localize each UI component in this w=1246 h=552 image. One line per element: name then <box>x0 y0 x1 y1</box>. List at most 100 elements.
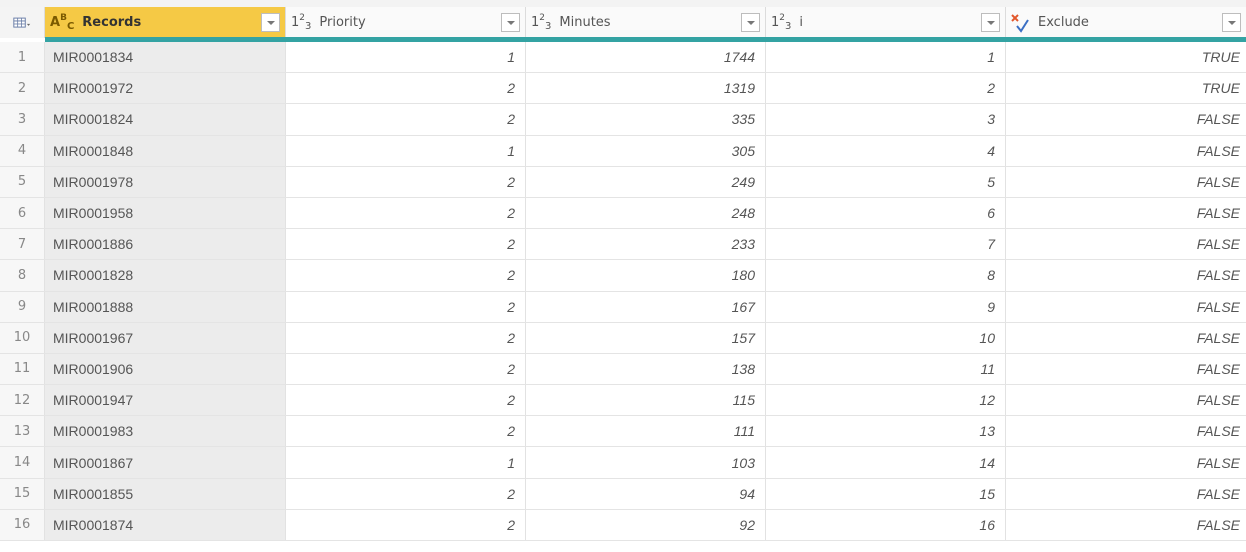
cell-records[interactable]: MIR0001967 <box>45 322 286 353</box>
cell-minutes[interactable]: 103 <box>526 447 766 478</box>
cell-minutes[interactable]: 233 <box>526 229 766 260</box>
cell-records[interactable]: MIR0001888 <box>45 291 286 322</box>
table-row[interactable]: 11 MIR0001906 2 138 11 FALSE <box>0 353 1246 386</box>
table-menu-button[interactable] <box>0 7 45 38</box>
cell-records[interactable]: MIR0001947 <box>45 385 286 416</box>
row-number[interactable]: 14 <box>0 447 45 478</box>
cell-priority[interactable]: 2 <box>286 291 526 322</box>
cell-minutes[interactable]: 167 <box>526 291 766 322</box>
cell-priority[interactable]: 1 <box>286 135 526 166</box>
cell-minutes[interactable]: 1319 <box>526 73 766 104</box>
row-number[interactable]: 9 <box>0 291 45 322</box>
cell-minutes[interactable]: 94 <box>526 478 766 509</box>
whole-number-type-icon[interactable]: 123 <box>771 13 791 32</box>
cell-priority[interactable]: 2 <box>286 104 526 135</box>
table-row[interactable]: 6 MIR0001958 2 248 6 FALSE <box>0 197 1246 230</box>
cell-exclude[interactable]: TRUE <box>1006 42 1246 72</box>
cell-exclude[interactable]: FALSE <box>1006 167 1246 197</box>
cell-i[interactable]: 1 <box>766 42 1006 73</box>
cell-exclude[interactable]: TRUE <box>1006 73 1246 103</box>
cell-minutes[interactable]: 1744 <box>526 42 766 73</box>
cell-exclude[interactable]: FALSE <box>1006 510 1246 540</box>
row-number[interactable]: 1 <box>0 42 45 73</box>
cell-i[interactable]: 3 <box>766 104 1006 135</box>
cell-priority[interactable]: 2 <box>286 73 526 104</box>
cell-exclude[interactable]: FALSE <box>1006 229 1246 259</box>
cell-records[interactable]: MIR0001824 <box>45 104 286 135</box>
cell-exclude[interactable]: FALSE <box>1006 354 1246 384</box>
whole-number-type-icon[interactable]: 123 <box>531 13 551 32</box>
cell-records[interactable]: MIR0001972 <box>45 73 286 104</box>
whole-number-type-icon[interactable]: 123 <box>291 13 311 32</box>
cell-priority[interactable]: 2 <box>286 197 526 229</box>
table-row[interactable]: 1 MIR0001834 1 1744 1 TRUE <box>0 42 1246 74</box>
cell-minutes[interactable]: 92 <box>526 509 766 540</box>
cell-records[interactable]: MIR0001978 <box>45 166 286 197</box>
cell-records[interactable]: MIR0001867 <box>45 447 286 478</box>
cell-priority[interactable]: 2 <box>286 478 526 509</box>
row-number[interactable]: 13 <box>0 416 45 447</box>
table-row[interactable]: 7 MIR0001886 2 233 7 FALSE <box>0 229 1246 261</box>
cell-minutes[interactable]: 305 <box>526 135 766 166</box>
cell-priority[interactable]: 2 <box>286 260 526 291</box>
cell-exclude[interactable]: FALSE <box>1006 104 1246 134</box>
cell-i[interactable]: 6 <box>766 197 1006 229</box>
row-number[interactable]: 16 <box>0 509 45 540</box>
row-number[interactable]: 12 <box>0 385 45 416</box>
cell-i[interactable]: 12 <box>766 385 1006 416</box>
cell-minutes[interactable]: 180 <box>526 260 766 291</box>
cell-i[interactable]: 13 <box>766 416 1006 447</box>
column-filter-dropdown[interactable] <box>981 13 1000 32</box>
row-number[interactable]: 2 <box>0 73 45 104</box>
cell-exclude[interactable]: FALSE <box>1006 416 1246 446</box>
table-row[interactable]: 8 MIR0001828 2 180 8 FALSE <box>0 260 1246 292</box>
column-header-i[interactable]: 123 i <box>766 7 1006 38</box>
cell-exclude[interactable]: FALSE <box>1006 385 1246 415</box>
table-row[interactable]: 15 MIR0001855 2 94 15 FALSE <box>0 478 1246 510</box>
cell-i[interactable]: 5 <box>766 166 1006 197</box>
cell-records[interactable]: MIR0001958 <box>45 197 286 229</box>
table-row[interactable]: 3 MIR0001824 2 335 3 FALSE <box>0 104 1246 136</box>
cell-minutes[interactable]: 111 <box>526 416 766 447</box>
row-number[interactable]: 15 <box>0 478 45 509</box>
text-type-icon[interactable]: ABC <box>50 13 74 32</box>
cell-i[interactable]: 7 <box>766 229 1006 260</box>
cell-exclude[interactable]: FALSE <box>1006 198 1246 228</box>
cell-minutes[interactable]: 157 <box>526 322 766 353</box>
cell-records[interactable]: MIR0001906 <box>45 353 286 385</box>
row-number[interactable]: 8 <box>0 260 45 291</box>
column-header-records[interactable]: ABC Records <box>45 7 286 38</box>
cell-exclude[interactable]: FALSE <box>1006 479 1246 509</box>
table-row[interactable]: 10 MIR0001967 2 157 10 FALSE <box>0 322 1246 354</box>
cell-records[interactable]: MIR0001834 <box>45 42 286 73</box>
cell-i[interactable]: 16 <box>766 509 1006 540</box>
column-filter-dropdown[interactable] <box>261 13 280 32</box>
cell-records[interactable]: MIR0001886 <box>45 229 286 260</box>
row-number[interactable]: 3 <box>0 104 45 135</box>
table-row[interactable]: 5 MIR0001978 2 249 5 FALSE <box>0 166 1246 198</box>
row-number[interactable]: 4 <box>0 135 45 166</box>
cell-i[interactable]: 4 <box>766 135 1006 166</box>
cell-exclude[interactable]: FALSE <box>1006 260 1246 290</box>
cell-i[interactable]: 9 <box>766 291 1006 322</box>
cell-i[interactable]: 10 <box>766 322 1006 353</box>
cell-i[interactable]: 15 <box>766 478 1006 509</box>
column-header-exclude[interactable]: Exclude <box>1006 7 1246 38</box>
cell-priority[interactable]: 1 <box>286 447 526 478</box>
logical-type-icon[interactable] <box>1010 12 1030 34</box>
column-header-priority[interactable]: 123 Priority <box>286 7 526 38</box>
column-filter-dropdown[interactable] <box>501 13 520 32</box>
table-row[interactable]: 9 MIR0001888 2 167 9 FALSE <box>0 291 1246 323</box>
cell-priority[interactable]: 2 <box>286 509 526 540</box>
column-header-minutes[interactable]: 123 Minutes <box>526 7 766 38</box>
table-row[interactable]: 14 MIR0001867 1 103 14 FALSE <box>0 447 1246 479</box>
cell-i[interactable]: 11 <box>766 353 1006 385</box>
row-number[interactable]: 5 <box>0 166 45 197</box>
cell-priority[interactable]: 2 <box>286 322 526 353</box>
row-number[interactable]: 6 <box>0 197 45 229</box>
row-number[interactable]: 7 <box>0 229 45 260</box>
cell-minutes[interactable]: 138 <box>526 353 766 385</box>
column-filter-dropdown[interactable] <box>741 13 760 32</box>
cell-records[interactable]: MIR0001828 <box>45 260 286 291</box>
cell-exclude[interactable]: FALSE <box>1006 323 1246 353</box>
